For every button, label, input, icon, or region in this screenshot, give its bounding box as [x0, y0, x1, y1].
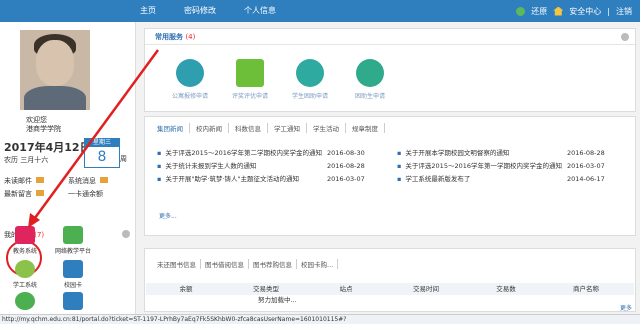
- services-panel: 常用服务 (4) 公寓报修申请 评奖评优申请 学生困助申请 困助生申请: [144, 28, 636, 112]
- system-message[interactable]: 系统消息: [68, 176, 132, 186]
- aid-icon: [296, 59, 324, 87]
- nav-home[interactable]: 主页: [140, 0, 156, 22]
- app-5[interactable]: [0, 292, 50, 312]
- loading-text: 努力加载中...: [258, 296, 297, 304]
- news-item[interactable]: 关于评选2015～2016学年第二学期校内奖学金的通知2016-08-30: [157, 147, 397, 160]
- app-student-affairs[interactable]: 学工系统: [0, 260, 50, 289]
- nav-profile[interactable]: 个人信息: [244, 0, 276, 22]
- app-5-icon: [15, 292, 35, 310]
- nav-password[interactable]: 密码修改: [184, 0, 216, 22]
- news-item[interactable]: 关于开展"助学·筑梦·铸人"主题征文活动的通知2016-03-07: [157, 173, 397, 186]
- app-6-icon: [63, 292, 83, 310]
- tab-research[interactable]: 科数信息: [235, 123, 268, 133]
- card-balance[interactable]: 一卡通余额: [68, 189, 132, 199]
- award-icon: [236, 59, 264, 87]
- logout-link[interactable]: 注销: [616, 6, 632, 17]
- security-center-link[interactable]: 安全中心: [569, 6, 601, 17]
- restore-link[interactable]: 还原: [531, 6, 547, 17]
- stats-panel: 未读邮件 系统消息 最新留言 一卡通余额: [4, 174, 132, 200]
- column-header: 商户名称: [573, 285, 599, 293]
- unread-mail[interactable]: 未读邮件: [4, 176, 68, 186]
- news-item[interactable]: 关于统计未报到学生人数的通知2016-08-28: [157, 160, 397, 173]
- library-panel: 未还图书信息 图书借阅信息 图书荐购信息 校园卡购...: [144, 248, 636, 312]
- tab-unreturned-books[interactable]: 未还图书信息: [157, 259, 201, 269]
- tab-student-activity[interactable]: 学生活动: [313, 123, 346, 133]
- latest-comment[interactable]: 最新留言: [4, 189, 68, 199]
- avatar: [20, 30, 90, 110]
- service-needy[interactable]: 困助生申请: [335, 59, 405, 100]
- top-nav: 主页 密码修改 个人信息: [140, 0, 304, 22]
- app-academic[interactable]: 教务系统: [0, 226, 50, 255]
- app-campus-card[interactable]: 校园卡: [48, 260, 98, 289]
- student-affairs-icon: [15, 260, 35, 278]
- top-right-actions: 还原 安全中心 | 注销: [516, 0, 632, 22]
- column-header: 交易时间: [413, 285, 439, 293]
- welcome-text: 欢迎您 港商学学院: [26, 116, 61, 133]
- lunar-date: 农历 三月十六: [4, 156, 49, 164]
- column-header: 站点: [339, 285, 353, 293]
- needy-icon: [356, 59, 384, 87]
- news-tabs: 集团新闻 校内新闻 科数信息 学工通知 学生活动 规章制度: [157, 123, 391, 133]
- home-icon: [553, 6, 564, 16]
- academic-icon: [15, 226, 35, 244]
- separator: |: [607, 6, 610, 16]
- services-settings-icon[interactable]: [621, 33, 629, 41]
- app-6[interactable]: [48, 292, 98, 312]
- news-more-link[interactable]: 更多...: [159, 211, 177, 220]
- news-panel: 集团新闻 校内新闻 科数信息 学工通知 学生活动 规章制度 关于评选2015～2…: [144, 116, 636, 236]
- tab-regulations[interactable]: 规章制度: [352, 123, 385, 133]
- tab-borrow-info[interactable]: 图书借阅信息: [205, 259, 249, 269]
- left-sidebar: 欢迎您 港商学学院 2017年4月12日 农历 三月十六 星期三 8 周 未读邮…: [0, 22, 136, 324]
- column-header: 交易数: [496, 285, 516, 293]
- week-suffix: 周: [120, 155, 127, 163]
- top-bar: 主页 密码修改 个人信息 还原 安全中心 | 注销: [0, 0, 640, 22]
- tab-campus-news[interactable]: 校内新闻: [196, 123, 229, 133]
- calendar-widget: 星期三 8: [84, 138, 120, 168]
- dorm-repair-icon: [176, 59, 204, 87]
- tab-group-news[interactable]: 集团新闻: [157, 123, 190, 133]
- news-item[interactable]: 学工系统最新版发布了2014-06-17: [397, 173, 637, 186]
- tab-recommend-info[interactable]: 图书荐购信息: [253, 259, 297, 269]
- tab-student-notice[interactable]: 学工通知: [274, 123, 307, 133]
- comment-icon: [36, 189, 44, 196]
- library-tabs: 未还图书信息 图书借阅信息 图书荐购信息 校园卡购...: [157, 259, 342, 269]
- news-item[interactable]: 关于评选2015～2016学年第一学期校内奖学金的通知2016-03-07: [397, 160, 637, 173]
- status-bar-url: http://my.qchm.edu.cn:81/portal.do?ticke…: [0, 314, 640, 324]
- services-header: 常用服务 (4): [145, 29, 635, 45]
- news-item[interactable]: 关于开展本学期校园文明督察的通知2016-08-28: [397, 147, 637, 160]
- elearning-icon: [63, 226, 83, 244]
- apps-settings-icon[interactable]: [122, 230, 130, 238]
- tab-card-purchase[interactable]: 校园卡购...: [301, 259, 339, 269]
- mail-icon: [36, 176, 44, 183]
- campus-card-icon: [63, 260, 83, 278]
- restore-icon: [516, 6, 526, 16]
- news-list-left: 关于评选2015～2016学年第二学期校内奖学金的通知2016-08-30 关于…: [157, 147, 397, 186]
- library-table-header: 余额 交易类型 站点 交易时间 交易数 商户名称: [146, 283, 634, 295]
- app-elearning[interactable]: 网络教学平台: [48, 226, 98, 255]
- date: 2017年4月12日: [4, 141, 91, 154]
- news-list-right: 关于开展本学期校园文明督察的通知2016-08-28 关于评选2015～2016…: [397, 147, 637, 186]
- column-header: 余额: [179, 285, 193, 293]
- message-icon: [100, 176, 108, 183]
- library-more-link[interactable]: 更多: [620, 303, 632, 312]
